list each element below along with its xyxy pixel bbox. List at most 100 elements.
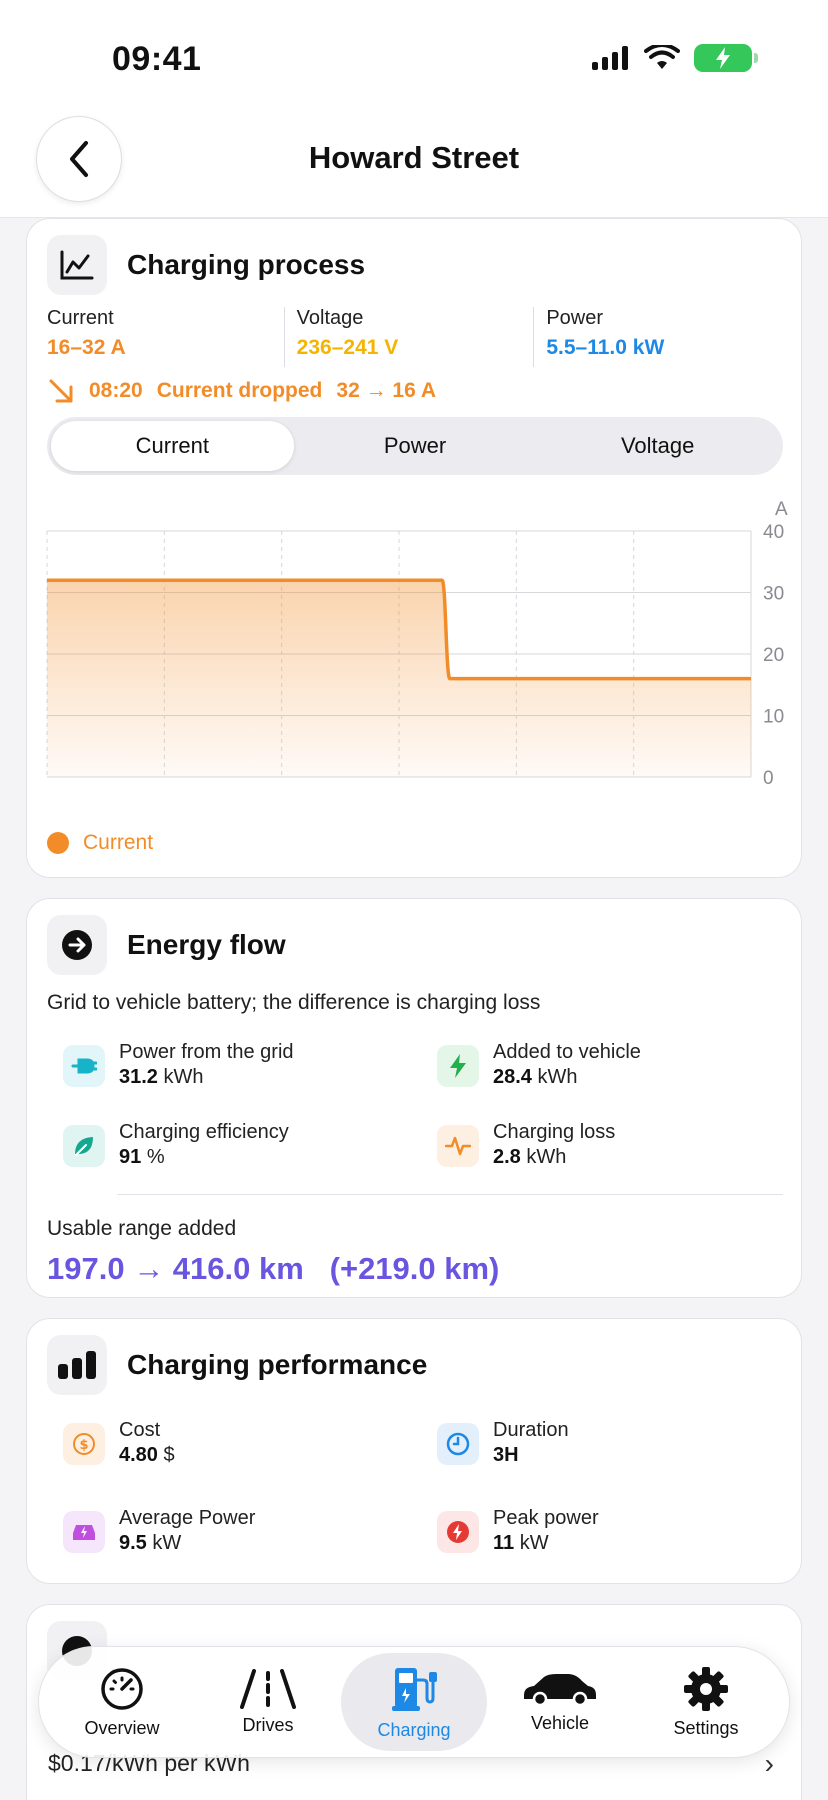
- pulse-icon: [437, 1125, 479, 1167]
- range-value: 197.0 → 416.0 km (+219.0 km): [47, 1251, 500, 1286]
- card-title: Charging performance: [127, 1349, 428, 1380]
- tab-vehicle[interactable]: Vehicle: [487, 1653, 633, 1751]
- tab-label: Overview: [84, 1717, 160, 1738]
- y-tick-label: 20: [763, 645, 784, 666]
- card-header: Charging process: [47, 235, 365, 295]
- card-header: Energy flow: [47, 915, 286, 975]
- tab-label: Drives: [242, 1714, 294, 1735]
- stat-duration: Duration 3H: [437, 1419, 569, 1467]
- arrow-down-right-icon: [49, 379, 73, 403]
- stat-value: 31.2 kWh: [119, 1066, 204, 1088]
- status-icons: [592, 44, 758, 72]
- status-bar: 09:41: [0, 0, 828, 110]
- metrics-row: Current 16–32 A Voltage 236–241 V Power …: [47, 307, 783, 367]
- fuel-pump-icon: [392, 1667, 437, 1711]
- range-label: Usable range added: [47, 1217, 237, 1240]
- chart-legend: Current: [47, 831, 153, 855]
- stat-label: Added to vehicle: [493, 1041, 641, 1063]
- line-chart-icon: [47, 235, 107, 295]
- stat-label: Charging loss: [493, 1121, 616, 1143]
- stat-value: 4.80 $: [119, 1444, 175, 1466]
- speedometer-icon: [101, 1667, 143, 1710]
- event-time: 08:20: [89, 379, 143, 402]
- metric-label: Voltage: [296, 307, 364, 329]
- y-tick-label: 30: [763, 584, 784, 605]
- stat-charging-loss: Charging loss 2.8 kWh: [437, 1121, 615, 1169]
- charging-performance-card: Charging performance $ Cost 4.80 $ Durat…: [26, 1318, 802, 1584]
- stat-label: Charging efficiency: [119, 1121, 289, 1143]
- stat-value: 2.8 kWh: [493, 1146, 567, 1168]
- stat-label: Power from the grid: [119, 1041, 294, 1063]
- stat-average-power: Average Power 9.5 kW: [63, 1507, 255, 1555]
- stat-added-to-vehicle: Added to vehicle 28.4 kWh: [437, 1041, 641, 1089]
- signal-icon: [592, 46, 628, 70]
- tab-label: Settings: [673, 1717, 739, 1738]
- car-charging-icon: [63, 1511, 105, 1553]
- current-chart: 010203040A06:3907:0907:3908:0908:3909:09: [27, 487, 803, 812]
- clock-icon: [437, 1423, 479, 1465]
- stat-label: Cost: [119, 1419, 161, 1441]
- metric-power: Power 5.5–11.0 kW: [533, 307, 783, 367]
- tab-current[interactable]: Current: [51, 421, 294, 471]
- divider: [117, 1194, 783, 1195]
- metric-value: 236–241 V: [296, 336, 399, 359]
- tab-label: Charging: [377, 1719, 451, 1740]
- energy-flow-card: Energy flow Grid to vehicle battery; the…: [26, 898, 802, 1298]
- tab-charging[interactable]: Charging: [341, 1653, 487, 1751]
- stat-label: Duration: [493, 1419, 569, 1441]
- event-text: Current dropped: [156, 379, 323, 402]
- navigation-bar: Howard Street: [0, 110, 828, 218]
- road-icon: [240, 1668, 296, 1709]
- card-header: Charging performance: [47, 1335, 427, 1395]
- tab-power[interactable]: Power: [294, 421, 537, 471]
- legend-swatch: [47, 832, 69, 854]
- event-detail: 32 → 16 A: [336, 379, 436, 402]
- y-tick-label: 40: [763, 522, 784, 543]
- bar-chart-icon: [47, 1335, 107, 1395]
- stat-label: Peak power: [493, 1507, 599, 1529]
- y-axis-unit: A: [775, 499, 788, 520]
- current-drop-event: 08:20 Current dropped 32 → 16 A: [47, 377, 436, 405]
- metric-label: Power: [546, 307, 604, 329]
- stat-charging-efficiency: Charging efficiency 91 %: [63, 1121, 289, 1169]
- chart-segmented-control: Current Power Voltage: [47, 417, 783, 475]
- stat-value: 3H: [493, 1444, 519, 1466]
- current-chart-svg: 010203040A06:3907:0907:3908:0908:3909:09: [46, 499, 788, 812]
- svg-text:$: $: [79, 1438, 88, 1453]
- tab-voltage[interactable]: Voltage: [536, 421, 779, 471]
- bolt-circle-icon: [437, 1511, 479, 1553]
- card-title: Energy flow: [127, 929, 286, 960]
- stat-label: Average Power: [119, 1507, 256, 1529]
- chevron-right-icon[interactable]: ›: [765, 1748, 774, 1780]
- card-title: Charging process: [127, 249, 366, 280]
- tab-overview[interactable]: Overview: [49, 1653, 195, 1751]
- charging-process-card: Charging process Current 16–32 A Voltage…: [26, 218, 802, 878]
- stat-grid-power: Power from the grid 31.2 kWh: [63, 1041, 294, 1089]
- y-tick-label: 0: [763, 768, 774, 787]
- metric-value: 16–32 A: [47, 336, 126, 359]
- stat-value: 9.5 kW: [119, 1532, 182, 1554]
- tab-label: Vehicle: [530, 1712, 590, 1733]
- dollar-icon: $: [63, 1423, 105, 1465]
- legend-label: Current: [83, 831, 154, 854]
- bolt-icon: [437, 1045, 479, 1087]
- battery-charging-icon: [694, 44, 758, 72]
- stat-value: 11 kW: [493, 1532, 549, 1554]
- metric-current: Current 16–32 A: [47, 307, 284, 367]
- metric-label: Current: [47, 307, 114, 329]
- status-time: 09:41: [112, 40, 202, 78]
- page-title: Howard Street: [308, 140, 520, 175]
- wifi-icon: [644, 45, 680, 69]
- arrow-circle-icon: [47, 915, 107, 975]
- gear-icon: [684, 1666, 728, 1711]
- metric-value: 5.5–11.0 kW: [546, 336, 665, 359]
- tab-bar: Overview Drives Charging Vehicle Setting…: [38, 1646, 790, 1758]
- leaf-icon: [63, 1125, 105, 1167]
- tab-settings[interactable]: Settings: [633, 1653, 779, 1751]
- car-icon: [524, 1673, 596, 1706]
- plug-icon: [63, 1045, 105, 1087]
- y-tick-label: 10: [763, 707, 784, 728]
- stat-peak-power: Peak power 11 kW: [437, 1507, 599, 1555]
- energy-flow-subtitle: Grid to vehicle battery; the difference …: [47, 991, 541, 1014]
- tab-drives[interactable]: Drives: [195, 1653, 341, 1751]
